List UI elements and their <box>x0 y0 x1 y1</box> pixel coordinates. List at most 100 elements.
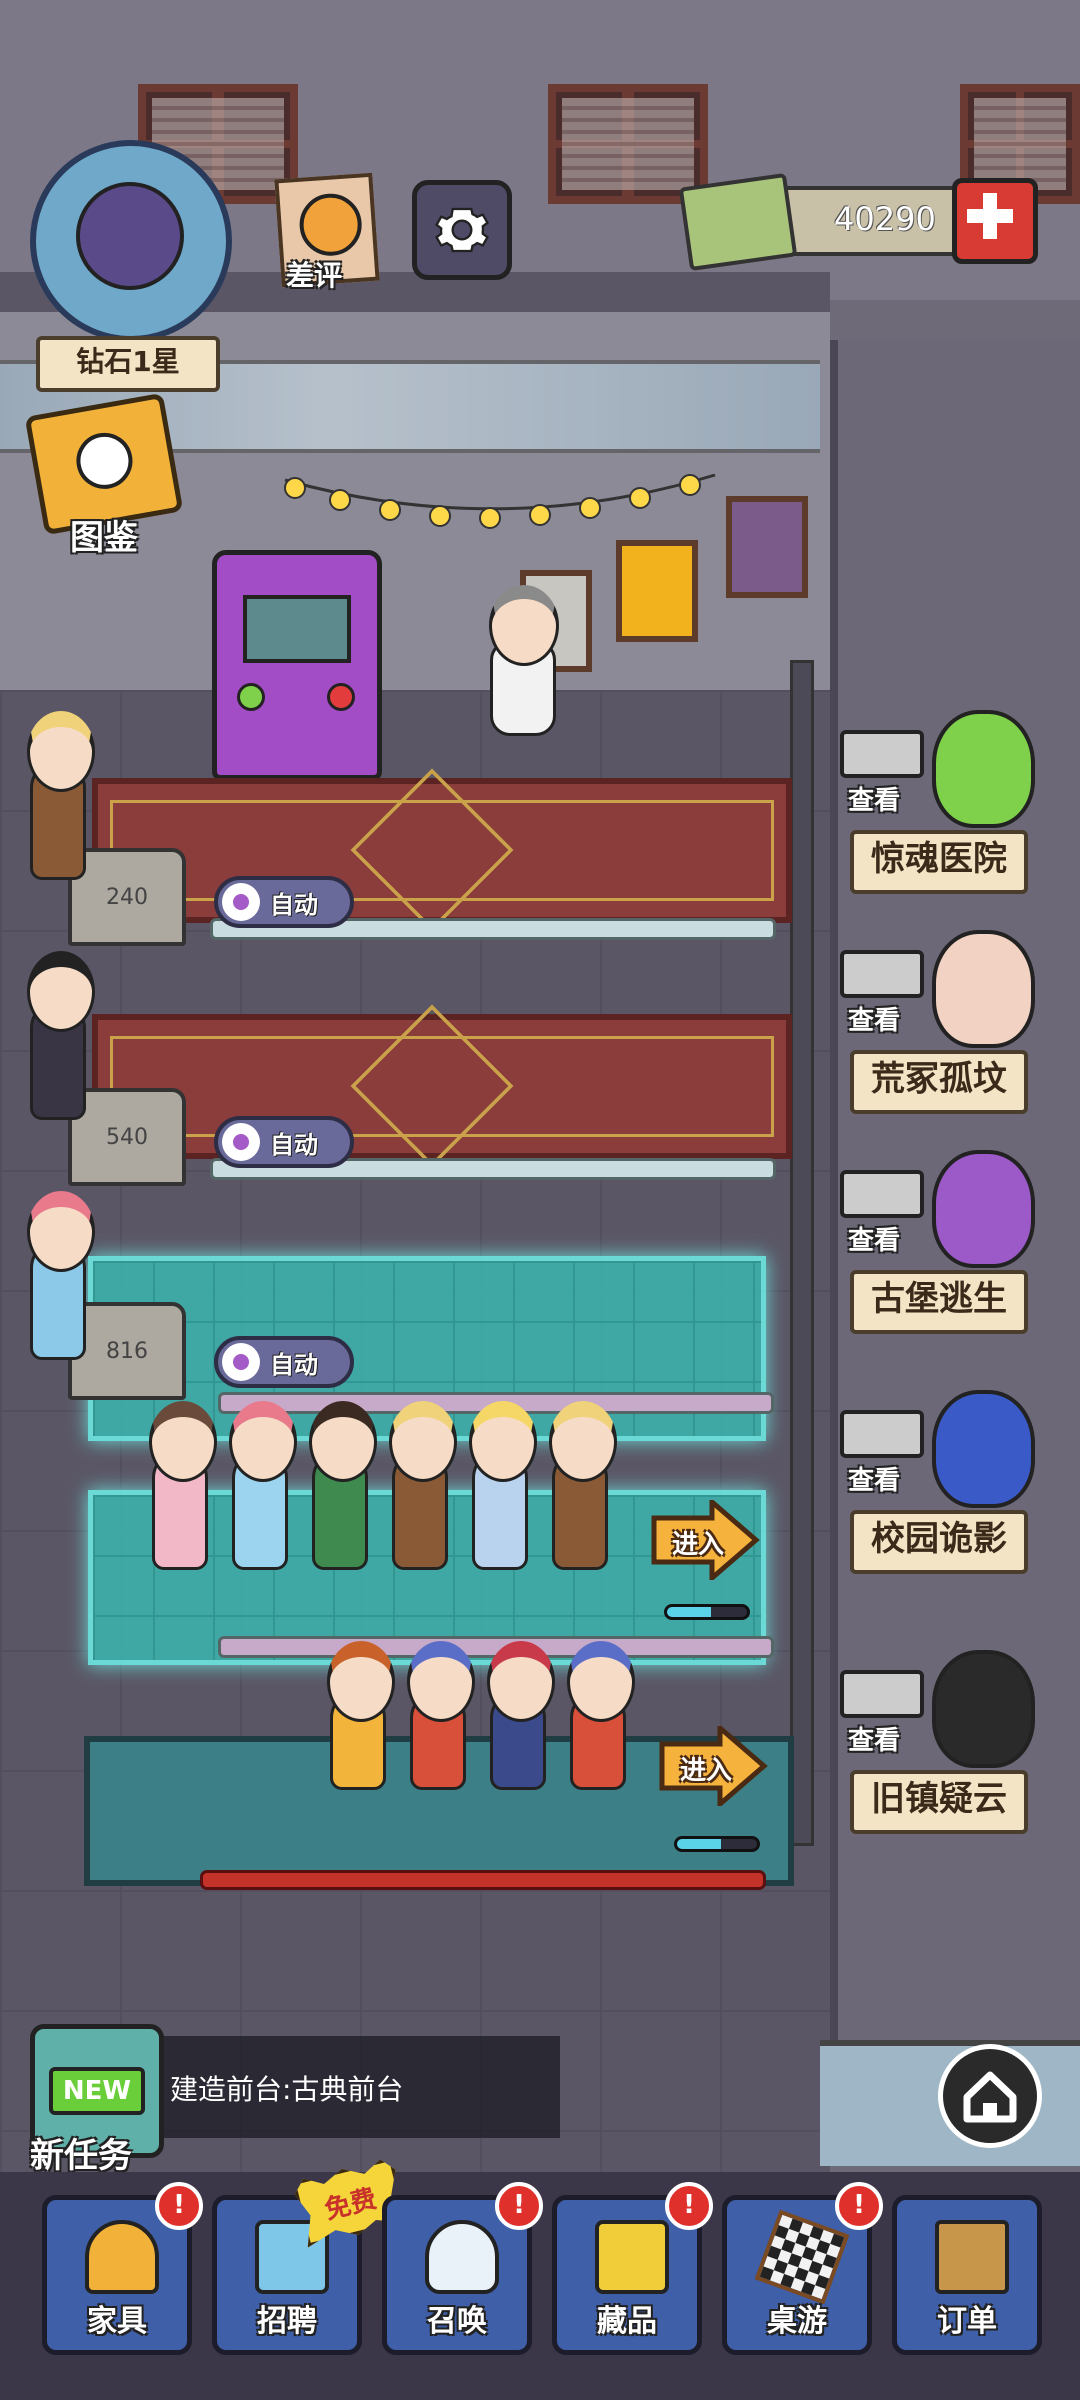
cash-stack-icon <box>678 172 798 272</box>
progress-fill <box>667 1607 711 1617</box>
view-label: 查看 <box>848 1726 901 1756</box>
view-label: 查看 <box>848 786 901 816</box>
visitor-character[interactable] <box>389 1401 457 1570</box>
free-badge-label: 免费 <box>321 2183 380 2226</box>
camera-icon <box>840 1170 924 1218</box>
task-panel[interactable]: 建造前台:古典前台 <box>110 2036 560 2138</box>
enter-label: 进入 <box>672 1530 725 1560</box>
progress-fill <box>677 1839 721 1849</box>
arcade-machine[interactable] <box>212 550 382 780</box>
nav-collection-button[interactable]: 藏品 ! <box>552 2182 713 2355</box>
nav-summon-button[interactable]: 召唤 ! <box>382 2182 543 2355</box>
room-name: 惊魂医院 <box>850 830 1028 894</box>
auto-button[interactable]: 自动 <box>214 1336 354 1388</box>
pillar <box>790 660 814 1846</box>
room-entry-hospital[interactable]: 查看 惊魂医院 <box>840 710 1035 910</box>
enter-label: 进入 <box>680 1756 733 1786</box>
camera-icon <box>840 1410 924 1458</box>
collection-label: 图鉴 <box>70 518 138 558</box>
furniture-icon <box>85 2220 159 2294</box>
rank-badge[interactable] <box>30 140 232 342</box>
room-entry-castle[interactable]: 查看 古堡逃生 <box>840 1150 1035 1350</box>
fox-spirit-avatar <box>932 930 1035 1048</box>
student-avatar <box>932 1390 1035 1508</box>
alert-badge: ! <box>155 2182 203 2230</box>
visitor-character[interactable] <box>27 711 95 880</box>
view-label: 查看 <box>848 1466 901 1496</box>
nav-orders-button[interactable]: 订单 <box>892 2195 1042 2355</box>
auto-button[interactable]: 自动 <box>214 1116 354 1168</box>
alert-badge: ! <box>495 2182 543 2230</box>
nav-label: 藏品 <box>597 2304 657 2339</box>
money-value: 40290 <box>834 200 936 238</box>
home-button[interactable] <box>938 2044 1042 2148</box>
castle-picture-frame <box>616 540 698 642</box>
alert-badge: ! <box>665 2182 713 2230</box>
visitor-character[interactable] <box>327 1641 395 1790</box>
nav-label: 家具 <box>87 2304 147 2339</box>
window <box>548 84 708 204</box>
nav-label: 桌游 <box>767 2304 827 2339</box>
pumpkin-picture-frame <box>726 496 808 598</box>
room-name: 古堡逃生 <box>850 1270 1028 1334</box>
velvet-rope <box>200 1870 766 1890</box>
reaper-icon <box>76 182 184 290</box>
task-text: 建造前台:古典前台 <box>170 2073 404 2106</box>
visitor-character[interactable] <box>567 1641 635 1790</box>
bat-box-icon <box>935 2220 1009 2294</box>
receptionist-character[interactable] <box>489 585 559 736</box>
rank-label: 钻石1星 <box>36 336 220 392</box>
enter-button[interactable]: 进入 <box>650 1496 760 1584</box>
new-task-label: 新任务 <box>30 2136 132 2176</box>
vampire-girl-avatar <box>932 1150 1035 1268</box>
visitor-character[interactable] <box>27 951 95 1120</box>
view-label: 查看 <box>848 1226 901 1256</box>
home-icon <box>963 2071 1017 2123</box>
room-entry-school[interactable]: 查看 校园诡影 <box>840 1390 1035 1590</box>
chess-icon <box>754 2209 850 2305</box>
nav-label: 召唤 <box>427 2304 487 2339</box>
alert-badge: ! <box>835 2182 883 2230</box>
camera-icon <box>840 730 924 778</box>
queue-progress-bar <box>664 1604 750 1620</box>
nav-furniture-button[interactable]: 家具 ! <box>42 2182 203 2355</box>
waiting-rug <box>92 1004 792 1168</box>
nav-boardgame-button[interactable]: 桌游 ! <box>722 2182 883 2355</box>
gear-icon <box>435 207 489 253</box>
auto-label: 自动 <box>270 890 318 919</box>
auto-label: 自动 <box>270 1350 318 1379</box>
visitor-character[interactable] <box>229 1401 297 1570</box>
nav-label: 招聘 <box>257 2304 317 2339</box>
ghost-icon <box>425 2220 499 2294</box>
visitor-character[interactable] <box>549 1401 617 1570</box>
camera-icon <box>840 950 924 998</box>
auto-label: 自动 <box>270 1130 318 1159</box>
room-entry-oldtown[interactable]: 查看 旧镇疑云 <box>840 1650 1035 1850</box>
room-name: 校园诡影 <box>850 1510 1028 1574</box>
room-name: 旧镇疑云 <box>850 1770 1028 1834</box>
waiting-rug <box>92 768 792 932</box>
visitor-character[interactable] <box>309 1401 377 1570</box>
nav-label: 订单 <box>937 2304 997 2339</box>
room-entry-graveyard[interactable]: 查看 荒冢孤坟 <box>840 930 1035 1130</box>
visitor-character[interactable] <box>487 1641 555 1790</box>
add-money-button[interactable] <box>952 178 1038 264</box>
string-lights <box>284 473 716 529</box>
camera-icon <box>840 1670 924 1718</box>
queue-progress-bar <box>674 1836 760 1852</box>
sad-face-icon <box>297 191 364 258</box>
visitor-character[interactable] <box>149 1401 217 1570</box>
skull-icon <box>72 428 137 494</box>
plus-icon <box>967 193 1013 239</box>
zombie-doctor-avatar <box>932 710 1035 828</box>
auto-button[interactable]: 自动 <box>214 876 354 928</box>
enter-button[interactable]: 进入 <box>658 1722 768 1810</box>
settings-button[interactable] <box>412 180 512 280</box>
visitor-character[interactable] <box>27 1191 95 1360</box>
hooded-figure-avatar <box>932 1650 1035 1768</box>
visitor-character[interactable] <box>469 1401 537 1570</box>
safe-icon <box>595 2220 669 2294</box>
new-badge: NEW <box>49 2067 145 2115</box>
visitor-character[interactable] <box>407 1641 475 1790</box>
view-label: 查看 <box>848 1006 901 1036</box>
